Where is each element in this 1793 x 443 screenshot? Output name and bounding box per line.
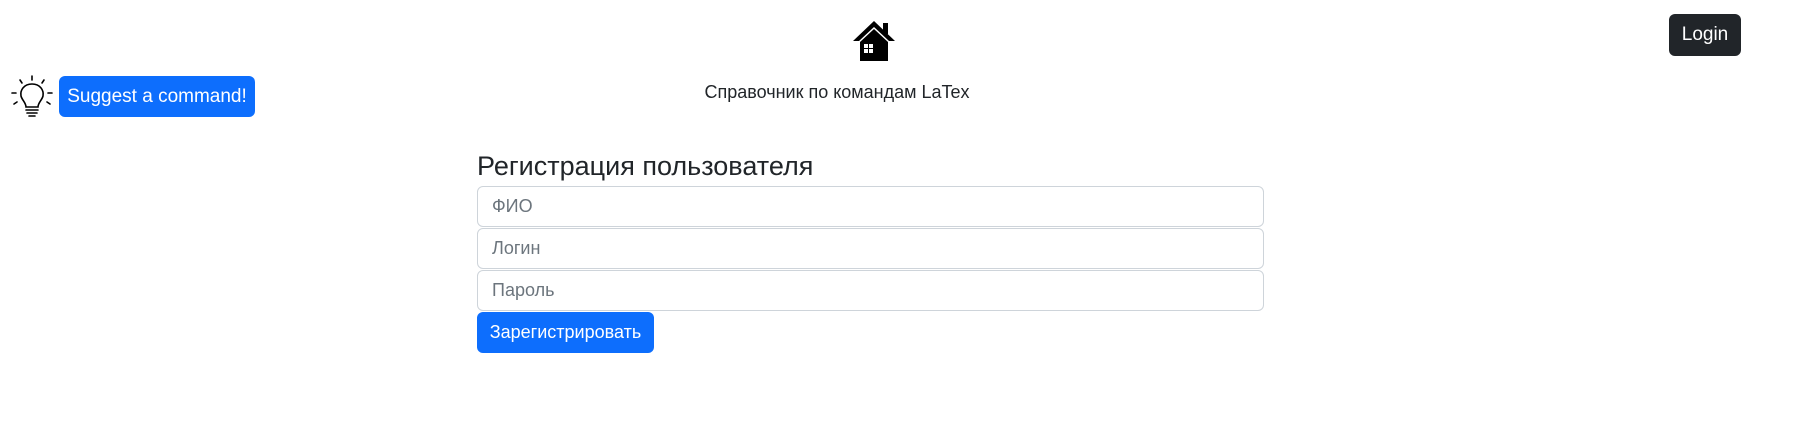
register-button[interactable]: Зарегистрировать [477,312,654,353]
suggest-command-button[interactable]: Suggest a command! [59,76,255,117]
lightbulb-icon [11,75,53,119]
form-title: Регистрация пользователя [477,151,814,181]
registration-form: Регистрация пользователя Зарегистрироват… [477,146,1264,353]
home-link[interactable] [852,19,896,63]
password-input[interactable] [477,270,1264,311]
home-icon [852,19,896,63]
login-input[interactable] [477,228,1264,269]
full-name-input[interactable] [477,186,1264,227]
login-button[interactable]: Login [1669,14,1741,56]
site-subtitle: Справочник по командам LaTex [704,82,970,102]
